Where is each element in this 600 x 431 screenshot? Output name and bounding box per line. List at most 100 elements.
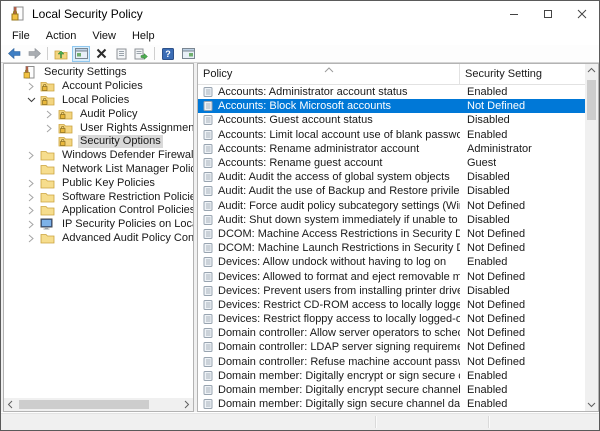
help-icon[interactable]: ? — [159, 46, 177, 62]
tree-item-label: Software Restriction Policies — [62, 190, 193, 203]
tree-item[interactable]: Security Settings — [4, 66, 193, 80]
policy-row[interactable]: Devices: Allow undock without having to … — [198, 255, 598, 269]
chevron-right-icon[interactable] — [40, 110, 58, 119]
policy-row[interactable]: DCOM: Machine Launch Restrictions in Sec… — [198, 241, 598, 255]
policy-row[interactable]: Accounts: Rename guest account Guest — [198, 156, 598, 170]
security-setting-value: Enabled — [467, 398, 508, 411]
policy-row[interactable]: Audit: Force audit policy subcategory se… — [198, 199, 598, 213]
chevron-right-icon[interactable] — [22, 193, 40, 202]
scroll-left-icon[interactable] — [4, 398, 17, 411]
tree-item-label: User Rights Assignment — [80, 121, 193, 134]
security-setting-value: Administrator — [467, 142, 532, 155]
tree-item[interactable]: Audit Policy — [4, 107, 193, 121]
policy-document-icon — [202, 185, 215, 197]
back-icon[interactable] — [5, 46, 23, 62]
policy-row[interactable]: Domain member: Digitally encrypt or sign… — [198, 369, 598, 383]
tree-scrollbar-thumb[interactable] — [19, 400, 149, 409]
policy-name: Domain member: Digitally sign secure cha… — [218, 398, 460, 411]
security-setting-value: Disabled — [467, 171, 510, 184]
tree-item[interactable]: Advanced Audit Policy Configuration — [4, 232, 193, 246]
tree-item[interactable]: Network List Manager Policies — [4, 163, 193, 177]
policy-name: Devices: Restrict CD-ROM access to local… — [218, 298, 460, 311]
title-bar: Local Security Policy — [1, 1, 599, 27]
console-tree-icon[interactable] — [72, 45, 90, 62]
policy-row[interactable]: Devices: Allowed to format and eject rem… — [198, 269, 598, 283]
chevron-right-icon[interactable] — [22, 179, 40, 188]
tree-item[interactable]: Public Key Policies — [4, 176, 193, 190]
column-header-policy[interactable]: Policy — [198, 64, 460, 84]
delete-icon[interactable] — [92, 46, 110, 62]
menu-file[interactable]: File — [4, 30, 38, 42]
folder-icon — [40, 163, 56, 176]
list-scrollbar-thumb[interactable] — [587, 80, 596, 120]
security-setting-value: Enabled — [467, 369, 508, 382]
security-setting-value: Not Defined — [467, 341, 526, 354]
up-folder-icon[interactable] — [52, 46, 70, 62]
tree-item[interactable]: Account Policies — [4, 80, 193, 94]
policy-document-icon — [202, 384, 215, 396]
action-pane-icon[interactable] — [179, 46, 197, 62]
tree-item[interactable]: User Rights Assignment — [4, 121, 193, 135]
policy-row[interactable]: Audit: Shut down system immediately if u… — [198, 213, 598, 227]
policy-row[interactable]: Devices: Restrict floppy access to local… — [198, 312, 598, 326]
policy-row[interactable]: Accounts: Limit local account use of bla… — [198, 128, 598, 142]
policy-row[interactable]: Devices: Restrict CD-ROM access to local… — [198, 298, 598, 312]
security-setting-value: Guest — [467, 157, 497, 170]
list-vertical-scrollbar[interactable] — [585, 64, 598, 411]
column-header-security-setting[interactable]: Security Setting — [460, 64, 598, 84]
export-list-icon[interactable] — [132, 46, 150, 62]
chevron-down-icon[interactable] — [22, 97, 40, 103]
policy-document-icon — [202, 157, 215, 169]
tree-item[interactable]: IP Security Policies on Local Compute — [4, 218, 193, 232]
tree-horizontal-scrollbar[interactable] — [4, 398, 193, 411]
policy-row[interactable]: Accounts: Guest account status Disabled — [198, 113, 598, 127]
policy-row[interactable]: Accounts: Administrator account status En… — [198, 85, 598, 99]
tree-item[interactable]: Application Control Policies — [4, 204, 193, 218]
menu-view[interactable]: View — [84, 30, 124, 42]
folder-lock-icon — [40, 80, 56, 93]
security-setting-value: Not Defined — [467, 227, 526, 240]
policy-row[interactable]: Domain controller: LDAP server signing r… — [198, 340, 598, 354]
close-button[interactable] — [565, 1, 599, 27]
chevron-right-icon[interactable] — [22, 151, 40, 160]
menu-help[interactable]: Help — [124, 30, 163, 42]
security-setting-value: Not Defined — [467, 355, 526, 368]
policy-document-icon — [202, 256, 215, 268]
chevron-right-icon[interactable] — [40, 124, 58, 133]
security-setting-value: Enabled — [467, 256, 508, 269]
policy-row[interactable]: Accounts: Rename administrator account Ad… — [198, 142, 598, 156]
scroll-up-icon[interactable] — [585, 64, 598, 77]
tree-item[interactable]: Software Restriction Policies — [4, 190, 193, 204]
policy-row[interactable]: Audit: Audit the access of global system… — [198, 170, 598, 184]
chevron-right-icon[interactable] — [22, 234, 40, 243]
maximize-button[interactable] — [531, 1, 565, 27]
scroll-right-icon[interactable] — [180, 398, 193, 411]
policy-row[interactable]: Accounts: Block Microsoft accounts Not De… — [198, 99, 598, 114]
policy-row[interactable]: Domain member: Digitally sign secure cha… — [198, 397, 598, 411]
chevron-right-icon[interactable] — [22, 220, 40, 229]
policy-name: Audit: Force audit policy subcategory se… — [218, 199, 460, 212]
local-security-policy-window: Local Security Policy File Action View Help… — [0, 0, 600, 431]
chevron-right-icon[interactable] — [22, 82, 40, 91]
policy-row[interactable]: Audit: Audit the use of Backup and Resto… — [198, 184, 598, 198]
tree-item[interactable]: Windows Defender Firewall with Adva — [4, 149, 193, 163]
properties-icon[interactable] — [112, 46, 130, 62]
policy-row[interactable]: Domain controller: Refuse machine accoun… — [198, 355, 598, 369]
scroll-down-icon[interactable] — [585, 398, 598, 411]
policy-name: Devices: Allow undock without having to … — [218, 256, 447, 269]
policy-document-icon — [202, 299, 215, 311]
tree-item[interactable]: Security Options — [4, 135, 193, 149]
policy-row[interactable]: DCOM: Machine Access Restrictions in Sec… — [198, 227, 598, 241]
policy-name: Accounts: Limit local account use of bla… — [218, 128, 460, 141]
tree-item[interactable]: Local Policies — [4, 94, 193, 108]
minimize-button[interactable] — [497, 1, 531, 27]
forward-icon[interactable] — [25, 46, 43, 62]
chevron-right-icon[interactable] — [22, 206, 40, 215]
menu-action[interactable]: Action — [38, 30, 85, 42]
policy-row[interactable]: Devices: Prevent users from installing p… — [198, 284, 598, 298]
policy-row[interactable]: Domain controller: Allow server operator… — [198, 326, 598, 340]
policy-row[interactable]: Domain member: Digitally encrypt secure … — [198, 383, 598, 397]
tree-item-label: Audit Policy — [80, 107, 138, 120]
tree-scrollbar-track[interactable] — [17, 398, 180, 411]
security-setting-value: Enabled — [467, 384, 508, 397]
